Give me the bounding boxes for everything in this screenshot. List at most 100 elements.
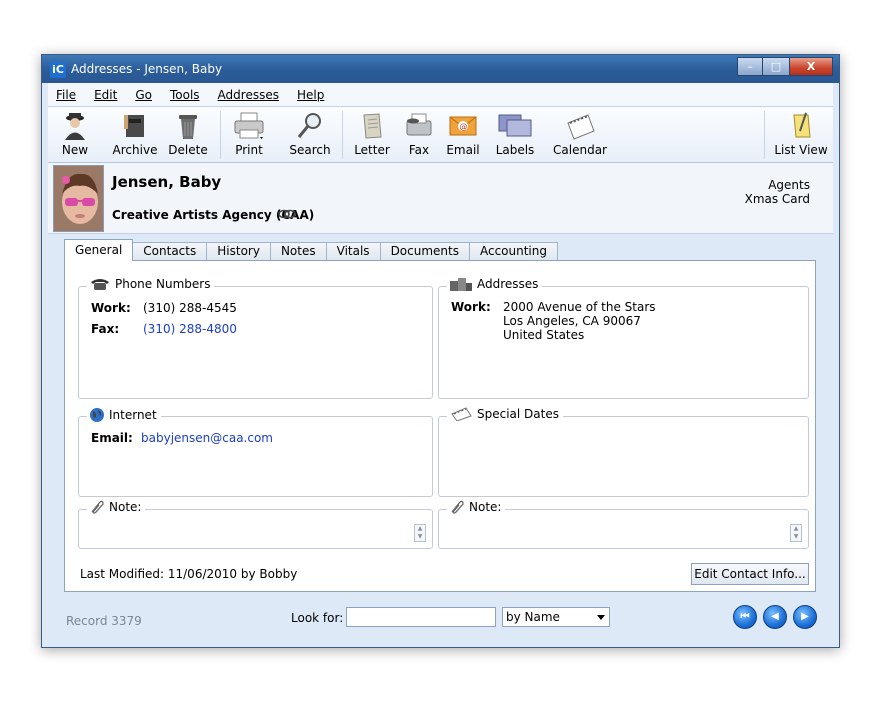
- addresses-group: Addresses Work: 2000 Avenue of the Stars…: [438, 277, 809, 399]
- contact-header: Jensen, Baby Creative Artists Agency (CA…: [48, 163, 833, 234]
- maximize-button[interactable]: □: [763, 57, 789, 76]
- globe-icon: [90, 408, 104, 422]
- group-title: Phone Numbers: [115, 277, 211, 291]
- scroll-down-icon[interactable]: ▼: [791, 533, 801, 541]
- chain-link-icon[interactable]: [278, 209, 296, 219]
- menu-help[interactable]: Help: [297, 88, 324, 102]
- next-record-button[interactable]: ▶: [793, 605, 817, 629]
- internet-group: Internet Email: babyjensen@caa.com: [78, 407, 433, 497]
- archive-button[interactable]: Archive: [110, 111, 160, 157]
- category-item: Xmas Card: [744, 192, 810, 206]
- email-button[interactable]: @ Email: [438, 111, 488, 157]
- scroll-up-icon[interactable]: ▲: [791, 525, 801, 533]
- tab-strip: General Contacts History Notes Vitals Do…: [64, 239, 558, 261]
- letter-button[interactable]: Letter: [347, 111, 397, 157]
- category-list: Agents Xmas Card: [745, 178, 810, 206]
- delete-button[interactable]: Delete: [163, 111, 213, 157]
- contact-photo-icon: [54, 166, 103, 231]
- look-for-input[interactable]: [346, 607, 496, 627]
- magnifier-icon: [297, 113, 321, 138]
- select-value: by Name: [506, 610, 560, 624]
- address-line: United States: [503, 328, 585, 342]
- search-button[interactable]: Search: [285, 111, 335, 157]
- email-row: Email: babyjensen@caa.com: [91, 431, 273, 445]
- app-window: iC Addresses - Jensen, Baby – □ X File E…: [41, 54, 840, 648]
- tab-vitals[interactable]: Vitals: [325, 242, 381, 261]
- note-label: Note:: [109, 500, 142, 514]
- buildings-icon: [450, 278, 472, 291]
- field-label: Work:: [91, 301, 131, 315]
- edit-contact-button[interactable]: Edit Contact Info...: [691, 563, 809, 585]
- archive-icon: [124, 115, 144, 137]
- menu-tools[interactable]: Tools: [170, 88, 200, 102]
- labels-button[interactable]: Labels: [490, 111, 540, 157]
- toolbar-separator: [342, 111, 343, 159]
- close-button[interactable]: X: [789, 57, 833, 76]
- tab-documents[interactable]: Documents: [379, 242, 470, 261]
- note-left-group: Note: ▲ ▼: [78, 500, 433, 549]
- calendar-icon: [567, 114, 595, 140]
- window-title: Addresses - Jensen, Baby: [71, 62, 223, 76]
- address-line: Los Angeles, CA 90067: [503, 314, 641, 328]
- first-record-button[interactable]: ⏮: [733, 605, 757, 629]
- labels-icon: [498, 114, 532, 137]
- fax-button[interactable]: Fax: [394, 111, 444, 157]
- address-line: 2000 Avenue of the Stars: [503, 300, 656, 314]
- notepad-icon: [793, 112, 811, 138]
- phone-row-fax: Fax: (310) 288-4800: [91, 322, 237, 336]
- calendar-button[interactable]: Calendar: [550, 111, 610, 157]
- paperclip-icon: [91, 500, 104, 514]
- search-by-select[interactable]: by Name: [502, 607, 610, 627]
- svg-text:@: @: [460, 122, 468, 131]
- scroll-down-icon[interactable]: ▼: [415, 533, 425, 541]
- new-button[interactable]: New: [50, 111, 100, 157]
- tab-contacts[interactable]: Contacts: [132, 242, 208, 261]
- field-label: Fax:: [91, 322, 120, 336]
- calendar-icon: [451, 407, 472, 421]
- menu-addresses[interactable]: Addresses: [218, 88, 279, 102]
- menu-go[interactable]: Go: [135, 88, 152, 102]
- work-phone[interactable]: (310) 288-4545: [143, 301, 237, 315]
- tab-history[interactable]: History: [206, 242, 271, 261]
- toolbar-separator: [764, 111, 765, 159]
- printer-icon: [234, 112, 264, 139]
- avatar: [53, 165, 104, 232]
- group-title: Addresses: [477, 277, 539, 291]
- menu-edit[interactable]: Edit: [94, 88, 117, 102]
- note-scroll[interactable]: ▲ ▼: [414, 524, 426, 542]
- email-icon: @: [449, 116, 477, 136]
- note-scroll[interactable]: ▲ ▼: [790, 524, 802, 542]
- window-controls: – □ X: [737, 57, 833, 76]
- field-label: Work:: [451, 300, 491, 314]
- toolbar-separator: [220, 111, 221, 159]
- contact-name: Jensen, Baby: [112, 173, 222, 191]
- person-new-icon: [65, 113, 85, 140]
- email-link[interactable]: babyjensen@caa.com: [141, 431, 273, 445]
- title-bar[interactable]: iC Addresses - Jensen, Baby – □ X: [42, 55, 839, 83]
- letter-icon: [363, 113, 382, 139]
- phone-row-work: Work: (310) 288-4545: [91, 301, 237, 315]
- fax-phone-link[interactable]: (310) 288-4800: [143, 322, 237, 336]
- app-icon: iC: [50, 62, 66, 78]
- tab-notes[interactable]: Notes: [269, 242, 327, 261]
- tab-general[interactable]: General: [64, 239, 134, 261]
- fax-icon: [406, 113, 432, 136]
- print-button[interactable]: Print: [224, 111, 274, 157]
- group-title: Special Dates: [477, 407, 559, 421]
- paperclip-icon: [451, 500, 464, 514]
- menu-file[interactable]: File: [56, 88, 76, 102]
- minimize-button[interactable]: –: [737, 57, 763, 76]
- scroll-up-icon[interactable]: ▲: [415, 525, 425, 533]
- note-right-group: Note: ▲ ▼: [438, 500, 809, 549]
- list-view-button[interactable]: List View: [770, 111, 832, 157]
- record-count: Record 3379: [66, 614, 142, 628]
- menu-bar: File Edit Go Tools Addresses Help: [48, 83, 833, 107]
- general-panel: Phone Numbers Work: (310) 288-4545 Fax: (3…: [64, 260, 816, 592]
- telephone-icon: [91, 279, 109, 290]
- tab-accounting[interactable]: Accounting: [468, 242, 558, 261]
- note-label: Note:: [469, 500, 502, 514]
- previous-record-button[interactable]: ◀: [763, 605, 787, 629]
- work-address[interactable]: 2000 Avenue of the Stars Los Angeles, CA…: [503, 300, 656, 342]
- special-dates-group: Special Dates: [438, 407, 809, 497]
- look-for-label: Look for:: [291, 611, 344, 625]
